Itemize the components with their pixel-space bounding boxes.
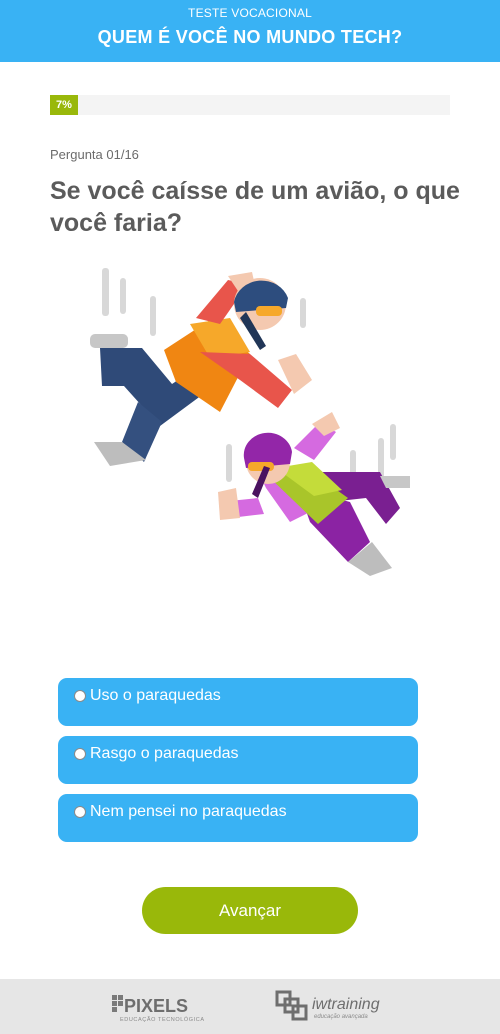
pixels-logo-text: PIXELS	[124, 996, 188, 1016]
radio-button[interactable]	[74, 690, 86, 702]
answer-option-3[interactable]: Nem pensei no paraquedas	[58, 794, 418, 842]
skydivers-illustration	[90, 268, 410, 576]
question-counter: Pergunta 01/16	[50, 147, 139, 162]
advance-button[interactable]: Avançar	[142, 887, 358, 934]
answer-option-2[interactable]: Rasgo o paraquedas	[58, 736, 418, 784]
iwtraining-logo: iwtraining educação avançada	[275, 990, 380, 1021]
radio-button[interactable]	[74, 806, 86, 818]
question-text: Se você caísse de um avião, o que você f…	[50, 177, 460, 237]
radio-button[interactable]	[74, 748, 86, 760]
header-subtitle: TESTE VOCACIONAL	[188, 6, 312, 20]
answer-option-label: Nem pensei no paraquedas	[90, 803, 287, 820]
iwtraining-logo-tagline: educação avançada	[314, 1014, 368, 1020]
progress-fill: 7%	[50, 95, 78, 115]
answer-option-1[interactable]: Uso o paraquedas	[58, 678, 418, 726]
page-footer: PIXELS EDUCAÇÃO TECNOLÓGICA iwtraining e…	[0, 979, 500, 1034]
iwtraining-logo-text: iwtraining	[312, 996, 380, 1013]
progress-bar: 7%	[50, 95, 450, 115]
pixels-logo-tagline: EDUCAÇÃO TECNOLÓGICA	[120, 1016, 205, 1023]
page-header: TESTE VOCACIONAL QUEM É VOCÊ NO MUNDO TE…	[0, 0, 500, 62]
pixels-logo: PIXELS EDUCAÇÃO TECNOLÓGICA	[112, 995, 205, 1023]
answer-option-label: Rasgo o paraquedas	[90, 745, 239, 762]
header-title: QUEM É VOCÊ NO MUNDO TECH?	[97, 27, 403, 47]
answer-option-label: Uso o paraquedas	[90, 687, 221, 704]
